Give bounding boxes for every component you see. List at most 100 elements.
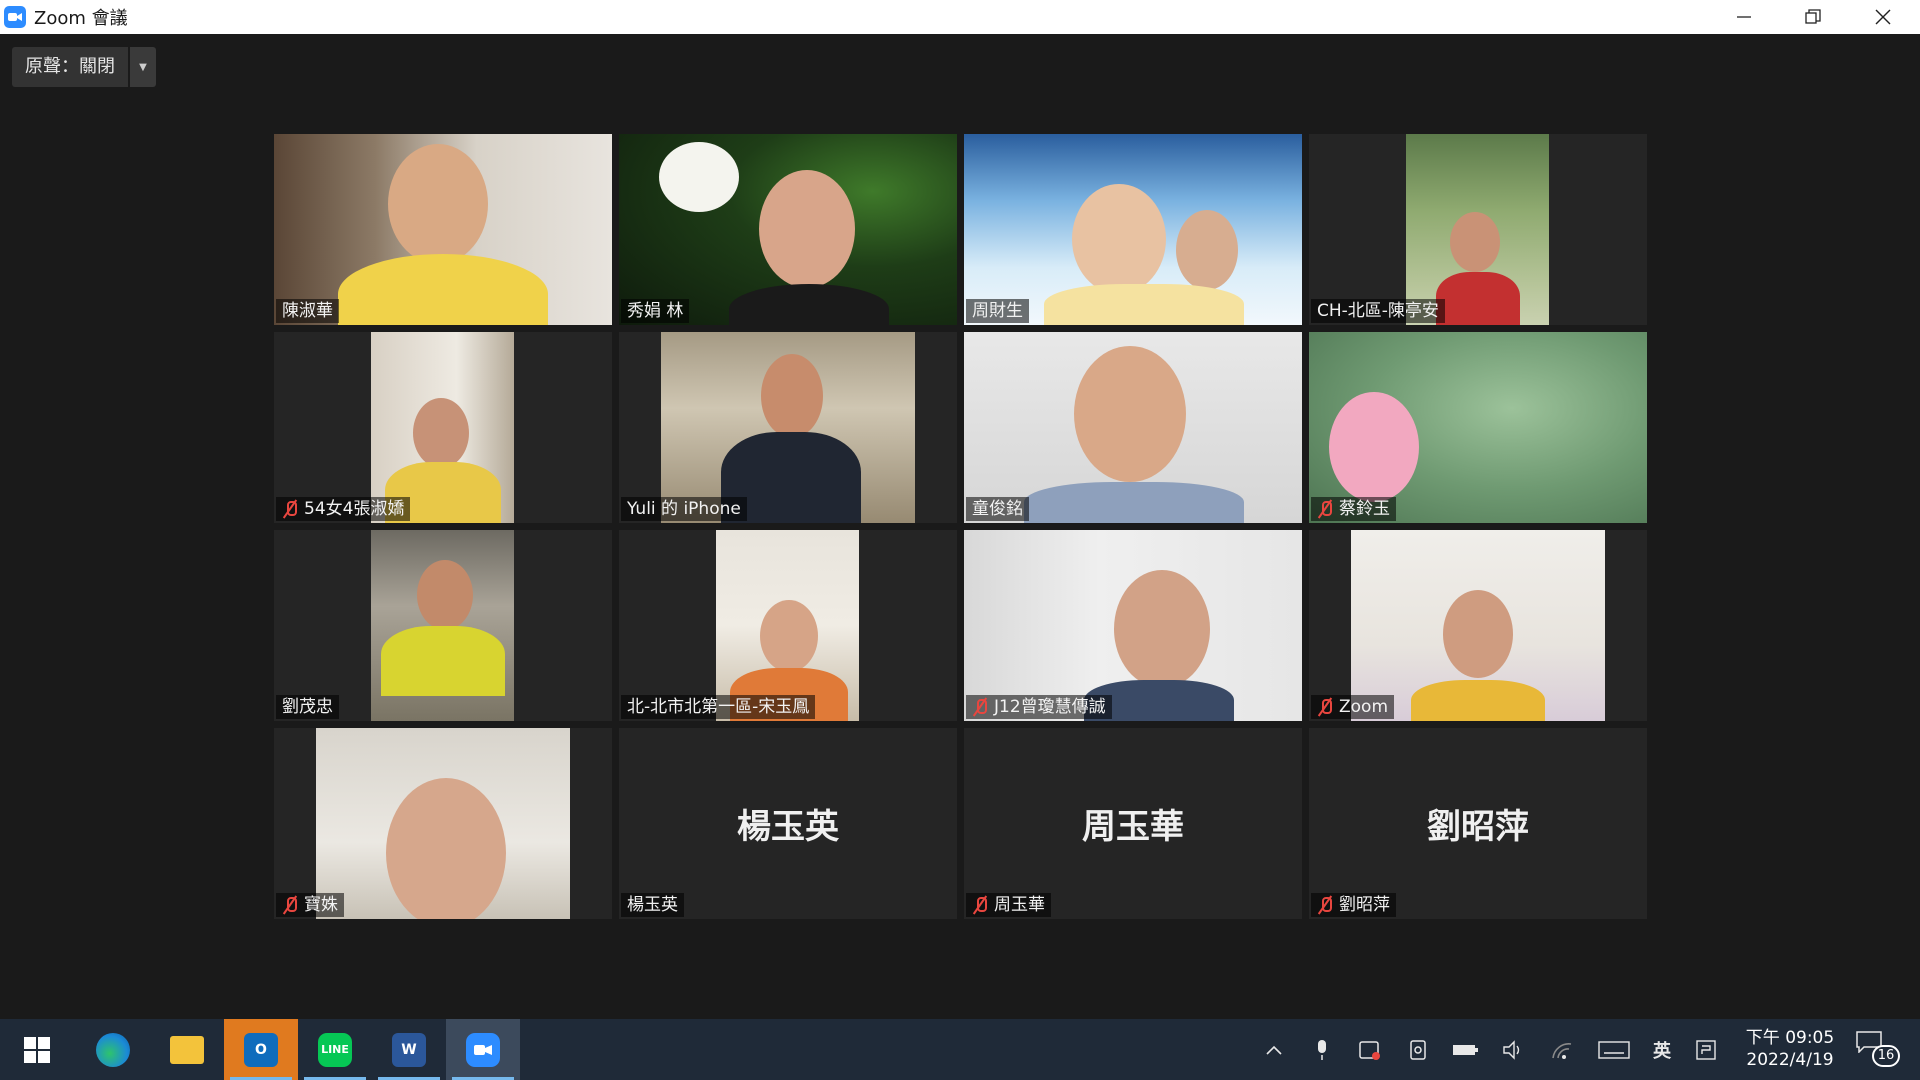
participant-name-tag: 北-北市北第一區-宋玉鳳 (621, 695, 816, 719)
word-button[interactable]: W (372, 1019, 446, 1080)
notification-count-badge: 16 (1872, 1045, 1900, 1067)
start-button[interactable] (0, 1019, 74, 1080)
speaker-icon (1503, 1039, 1520, 1060)
clock-time: 下午 09:05 (1745, 1028, 1835, 1048)
video-tile-video-off[interactable]: 楊玉英 楊玉英 (619, 728, 957, 919)
video-tile[interactable]: Zoom (1309, 530, 1647, 721)
edge-icon (96, 1032, 130, 1067)
video-tile-video-off[interactable]: 周玉華 周玉華 (964, 728, 1302, 919)
participant-video (1406, 134, 1549, 325)
volume-tray-button[interactable] (1496, 1019, 1532, 1080)
lotus-flower-icon (659, 142, 739, 212)
original-sound-dropdown[interactable]: 原聲：關閉 ▼ (12, 47, 156, 87)
participant-face (1074, 346, 1186, 482)
zoom-logo-icon (4, 6, 26, 28)
wifi-icon (1552, 1042, 1572, 1059)
gallery-grid: 陳淑華 秀娟 林 周財生 CH-北區-陳亭安 54女4張淑嬌 Yuli 的 iP… (274, 134, 1647, 919)
participant-video (964, 134, 1302, 325)
clock-date: 2022/4/19 (1746, 1050, 1834, 1070)
participant-name-tag: Yuli 的 iPhone (621, 497, 747, 521)
line-button[interactable]: LINE (298, 1019, 372, 1080)
participant-name-tag: 劉昭萍 (1311, 893, 1396, 917)
ime-mode-button[interactable]: 英 (1646, 1019, 1678, 1080)
muted-microphone-icon (1317, 500, 1333, 518)
zoom-icon (466, 1032, 500, 1067)
microphone-tray-button[interactable] (1304, 1019, 1340, 1080)
participant-face (388, 144, 488, 264)
participant-video (274, 134, 612, 325)
participant-face (1114, 570, 1210, 688)
video-tile[interactable]: 童俊銘 (964, 332, 1302, 523)
video-tile[interactable]: 寶姝 (274, 728, 612, 919)
participant-name-tag: 54女4張淑嬌 (276, 497, 411, 521)
participant-face (413, 398, 469, 468)
microphone-icon (1318, 1039, 1326, 1060)
window-title: Zoom 會議 (34, 8, 128, 29)
video-tile[interactable]: J12曾瓊慧傳誠 (964, 530, 1302, 721)
screen-capture-tray-button[interactable] (1352, 1019, 1388, 1080)
video-tile[interactable]: 周財生 (964, 134, 1302, 325)
participant-shirt (1024, 482, 1244, 523)
restore-button[interactable] (1778, 0, 1848, 34)
video-tile[interactable]: 蔡鈴玉 (1309, 332, 1647, 523)
touch-keyboard-button[interactable] (1592, 1019, 1636, 1080)
video-tile-active-speaker[interactable]: 秀娟 林 (619, 134, 957, 325)
close-button[interactable] (1848, 0, 1918, 34)
video-tile[interactable]: CH-北區-陳亭安 (1309, 134, 1647, 325)
minimize-button[interactable] (1709, 0, 1779, 34)
participant-name-tag: 楊玉英 (621, 893, 684, 917)
participant-video (619, 134, 957, 325)
video-tile-video-off[interactable]: 劉昭萍 劉昭萍 (1309, 728, 1647, 919)
chevron-up-icon (1266, 1045, 1282, 1055)
participant-name-tag: CH-北區-陳亭安 (1311, 299, 1445, 323)
participant-name-tag: 寶姝 (276, 893, 344, 917)
video-tile[interactable]: 劉茂忠 (274, 530, 612, 721)
video-tile[interactable]: Yuli 的 iPhone (619, 332, 957, 523)
muted-microphone-icon (1317, 896, 1333, 914)
participant-face (1176, 210, 1238, 290)
participant-name-tag: Zoom (1311, 695, 1395, 719)
meeting-area: 原聲：關閉 ▼ 陳淑華 秀娟 林 周財生 CH-北區-陳亭安 54女4張淑嬌 Y… (0, 34, 1920, 1019)
participant-video (1351, 530, 1605, 721)
participant-face (760, 600, 818, 672)
network-tray-button[interactable] (1544, 1019, 1580, 1080)
participant-name-tag: J12曾瓊慧傳誠 (966, 695, 1112, 719)
participant-face (417, 560, 473, 630)
participant-name-tag: 童俊銘 (966, 497, 1029, 521)
minimize-icon (1737, 16, 1751, 18)
participant-shirt (1411, 680, 1545, 721)
participant-shirt (729, 284, 889, 325)
participant-video (371, 530, 514, 721)
show-hidden-icons-button[interactable] (1256, 1019, 1292, 1080)
participant-video (964, 332, 1302, 523)
restore-icon (1805, 9, 1821, 24)
battery-icon (1453, 1044, 1478, 1055)
zoom-button[interactable] (446, 1019, 520, 1080)
original-sound-button[interactable]: 原聲：關閉 (12, 47, 128, 87)
participant-name-tag: 陳淑華 (276, 299, 339, 323)
participant-face (386, 778, 506, 919)
taskbar-clock[interactable]: 下午 09:05 2022/4/19 (1740, 1027, 1840, 1071)
participant-video (964, 530, 1302, 721)
outlook-button[interactable]: O (224, 1019, 298, 1080)
keyboard-icon (1598, 1040, 1630, 1059)
title-bar: Zoom 會議 (0, 0, 1920, 34)
participant-face (759, 170, 855, 288)
video-tile[interactable]: 北-北市北第一區-宋玉鳳 (619, 530, 957, 721)
camera-tray-button[interactable] (1400, 1019, 1436, 1080)
video-tile[interactable]: 陳淑華 (274, 134, 612, 325)
edge-button[interactable] (76, 1019, 150, 1080)
participant-name-tag: 秀娟 林 (621, 299, 690, 323)
video-tile[interactable]: 54女4張淑嬌 (274, 332, 612, 523)
file-explorer-button[interactable] (150, 1019, 224, 1080)
participant-video (661, 332, 915, 523)
participant-shirt (1436, 272, 1520, 325)
participant-display-name: 劉昭萍 (1427, 807, 1529, 847)
ime-options-button[interactable] (1690, 1019, 1722, 1080)
participant-video (371, 332, 514, 523)
muted-microphone-icon (972, 896, 988, 914)
battery-tray-button[interactable] (1448, 1019, 1484, 1080)
participant-face (1443, 590, 1513, 678)
chevron-down-icon[interactable]: ▼ (130, 47, 156, 87)
notification-center-button[interactable]: 16 (1856, 1031, 1900, 1067)
